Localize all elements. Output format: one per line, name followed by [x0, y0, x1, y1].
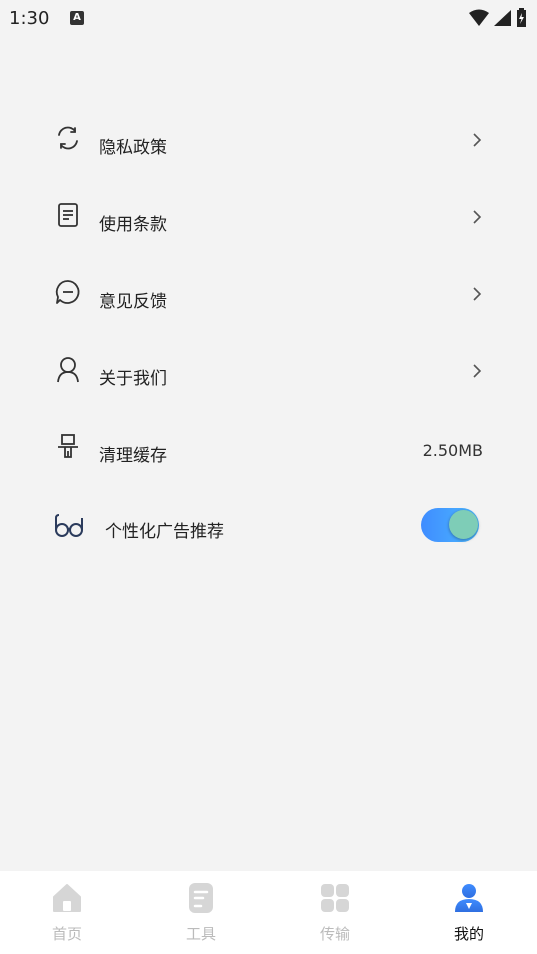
status-icons [469, 8, 527, 28]
tools-icon [189, 883, 213, 913]
person-icon [57, 357, 79, 383]
menu-item-about-us[interactable]: 关于我们 [0, 337, 537, 397]
notification-badge-icon: A [70, 11, 84, 25]
battery-icon [517, 8, 526, 27]
cache-size-value: 2.50MB [422, 441, 483, 460]
personalized-ads-toggle[interactable] [421, 508, 479, 542]
menu-item-label: 使用条款 [99, 215, 167, 235]
signal-icon [494, 10, 511, 26]
tab-label: 首页 [51, 925, 82, 943]
glasses-icon [55, 514, 83, 537]
menu-item-label: 清理缓存 [99, 446, 167, 466]
badge-letter: A [73, 12, 81, 23]
menu-item-terms-of-use[interactable]: 使用条款 [0, 183, 537, 243]
menu-item-label: 个性化广告推荐 [105, 522, 224, 542]
bottom-tab-bar: 首页 工具 传输 我的 [0, 871, 537, 954]
chevron-right-icon [473, 287, 482, 301]
menu-item-label: 意见反馈 [99, 292, 167, 312]
menu-item-label: 关于我们 [99, 369, 167, 389]
menu-item-clear-cache[interactable]: 清理缓存 2.50MB [0, 414, 537, 474]
tab-label: 传输 [319, 925, 350, 943]
menu-item-personalized-ads: 个性化广告推荐 [0, 494, 537, 558]
chevron-right-icon [473, 364, 482, 378]
chevron-right-icon [473, 133, 482, 147]
document-icon [58, 203, 78, 227]
grid-icon [321, 884, 349, 912]
brush-icon [58, 434, 78, 458]
tab-transfer[interactable]: 传输 [268, 871, 402, 954]
wifi-icon [469, 9, 489, 26]
tab-home[interactable]: 首页 [0, 871, 134, 954]
profile-icon [455, 884, 483, 912]
status-time: 1:30 [9, 8, 50, 29]
menu-item-label: 隐私政策 [99, 138, 167, 158]
home-icon [53, 884, 81, 912]
menu-item-feedback[interactable]: 意见反馈 [0, 260, 537, 320]
menu-item-privacy-policy[interactable]: 隐私政策 [0, 106, 537, 166]
chevron-right-icon [473, 210, 482, 224]
chat-bubble-icon [55, 280, 80, 304]
tab-mine[interactable]: 我的 [402, 871, 536, 954]
status-bar: 1:30 A [0, 0, 537, 38]
tab-label: 工具 [185, 925, 216, 943]
tab-label: 我的 [453, 925, 484, 943]
refresh-icon [58, 126, 78, 150]
toggle-knob [449, 510, 478, 539]
tab-tools[interactable]: 工具 [134, 871, 268, 954]
